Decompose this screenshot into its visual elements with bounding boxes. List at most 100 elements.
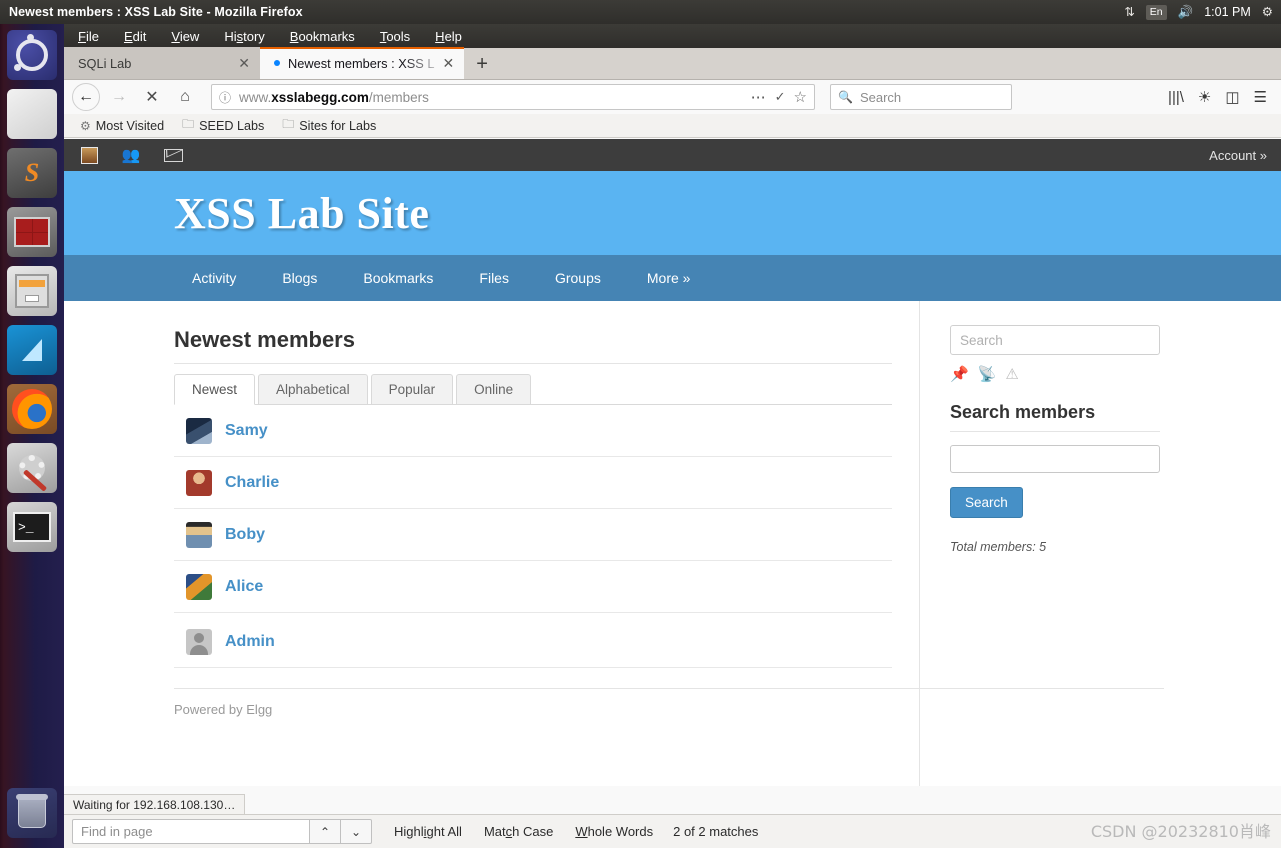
avatar[interactable] [186,417,212,444]
match-count-label: 2 of 2 matches [673,824,759,839]
back-button[interactable]: ← [72,83,100,111]
stop-icon[interactable]: ✕ [138,83,166,111]
bookmark-most-visited[interactable]: ⚙ Most Visited [80,119,164,133]
menu-history[interactable]: History [224,29,264,44]
avatar[interactable] [186,628,212,655]
tab-newest-members[interactable]: Newest members : XSS L ✕ [260,47,465,79]
forward-button[interactable]: → [105,83,133,111]
list-item[interactable]: Boby [174,509,892,561]
list-item-highlighted[interactable]: Alice [174,561,892,613]
launcher-item-terminator[interactable] [7,207,57,257]
launcher-item-ubuntu-dash[interactable] [7,30,57,80]
avatar[interactable] [186,573,212,600]
find-input[interactable]: Find in page [72,819,310,844]
file-cabinet-icon [15,274,49,308]
member-link[interactable]: Samy [225,422,268,440]
highlight-all-toggle[interactable]: Highlight All [394,824,462,839]
nav-item-more[interactable]: More » [647,270,691,286]
launcher-item-file-manager[interactable] [7,266,57,316]
page-title: Newest members [174,327,355,352]
list-item[interactable]: Samy [174,405,892,457]
pin-icon[interactable]: 📌 [950,367,969,382]
pocket-icon[interactable]: ✓ [775,89,786,105]
nav-item-groups[interactable]: Groups [555,270,601,286]
hamburger-menu-icon[interactable]: ☰ [1254,88,1267,106]
member-link[interactable]: Charlie [225,474,279,492]
list-item[interactable]: Admin [174,616,892,668]
menu-view[interactable]: View [171,29,199,44]
close-icon[interactable]: ✕ [238,56,250,70]
menu-bookmarks[interactable]: Bookmarks [290,29,355,44]
address-bar[interactable]: ⓘ www.xsslabegg.com/members ⋯ ✓ ☆ [211,84,815,110]
library-icon[interactable]: |||\ [1168,89,1184,106]
member-search-button[interactable]: Search [950,487,1023,518]
list-item[interactable]: Charlie [174,457,892,509]
mail-icon[interactable] [162,145,184,165]
nav-item-files[interactable]: Files [479,270,509,286]
clock[interactable]: 1:01 PM [1204,5,1251,19]
avatar[interactable] [186,521,212,548]
nav-item-bookmarks[interactable]: Bookmarks [363,270,433,286]
bookmark-seed-labs[interactable]: 🗀 SEED Labs [182,115,264,136]
menu-edit[interactable]: Edit [124,29,146,44]
launcher-item-firefox[interactable] [7,384,57,434]
launcher-item-wireshark[interactable] [7,325,57,375]
tab-sqli-lab[interactable]: SQLi Lab ✕ [64,47,260,79]
member-link[interactable]: Boby [225,526,265,544]
menu-help[interactable]: Help [435,29,462,44]
warning-icon[interactable]: ⚠ [1005,367,1018,382]
tab-popular[interactable]: Popular [370,374,454,404]
network-up-down-icon[interactable]: ⇅ [1124,6,1134,19]
launcher-item-text-editor[interactable] [7,89,57,139]
volume-icon[interactable]: 🔊 [1178,6,1194,19]
sidebar-action-icons: 📌 📡 ⚠ [950,367,1281,382]
friends-icon[interactable]: 👥 [120,145,142,165]
bookmark-sites-for-labs[interactable]: 🗀 Sites for Labs [282,115,376,136]
tab-newest[interactable]: Newest [174,374,256,405]
launcher-item-trash[interactable] [7,788,57,838]
tab-alphabetical[interactable]: Alphabetical [258,374,368,404]
launcher-item-terminal[interactable]: >_ [7,502,57,552]
firefox-window: File Edit View History Bookmarks Tools H… [64,24,1281,848]
find-next-button[interactable]: ⌄ [341,819,372,844]
launcher-item-system-settings[interactable] [7,443,57,493]
bookmark-star-icon[interactable]: ☆ [794,88,807,106]
page-info-icon[interactable]: ⓘ [219,89,231,106]
powered-by-label: Powered by Elgg [174,702,273,717]
tab-online[interactable]: Online [456,374,532,404]
find-previous-button[interactable]: ⌃ [310,819,341,844]
gear-icon[interactable]: ⚙ [1262,6,1273,19]
nav-item-activity[interactable]: Activity [192,270,236,286]
menu-file[interactable]: File [78,29,99,44]
nav-item-blogs[interactable]: Blogs [282,270,317,286]
unity-launcher: S >_ [0,24,64,848]
bookmark-label: SEED Labs [199,118,265,133]
tab-title: Newest members : XSS L [288,55,435,71]
sync-account-icon[interactable]: ☀ [1198,88,1211,106]
sidebar-icon[interactable]: ◫ [1225,88,1239,106]
whole-words-toggle[interactable]: Whole Words [575,824,653,839]
keyboard-language-indicator[interactable]: En [1145,4,1167,20]
match-case-toggle[interactable]: Match Case [484,824,553,839]
launcher-item-sublime-text[interactable]: S [7,148,57,198]
account-menu[interactable]: Account » [1209,148,1267,163]
member-link[interactable]: Admin [225,633,275,651]
sidebar-heading: Search members [950,402,1096,422]
close-icon[interactable]: ✕ [443,56,455,70]
loading-dot-icon [274,60,280,66]
menu-tools[interactable]: Tools [380,29,410,44]
system-tray: ⇅ En 🔊 1:01 PM ⚙ [1124,4,1281,20]
search-placeholder: Search [859,89,902,105]
home-icon[interactable]: ⌂ [171,83,199,111]
rss-icon[interactable]: 📡 [978,367,997,382]
new-tab-button[interactable]: + [464,49,500,79]
member-link[interactable]: Alice [225,578,263,596]
sidebar-search-input[interactable]: Search [950,325,1160,355]
bookmark-label: Sites for Labs [299,118,377,133]
avatar[interactable] [186,469,212,496]
member-search-field[interactable] [950,445,1160,473]
search-bar[interactable]: 🔍 Search [830,84,1012,110]
page-actions-icon[interactable]: ⋯ [751,88,767,106]
user-avatar-icon[interactable] [78,145,100,165]
menu-bar: File Edit View History Bookmarks Tools H… [64,24,1281,48]
